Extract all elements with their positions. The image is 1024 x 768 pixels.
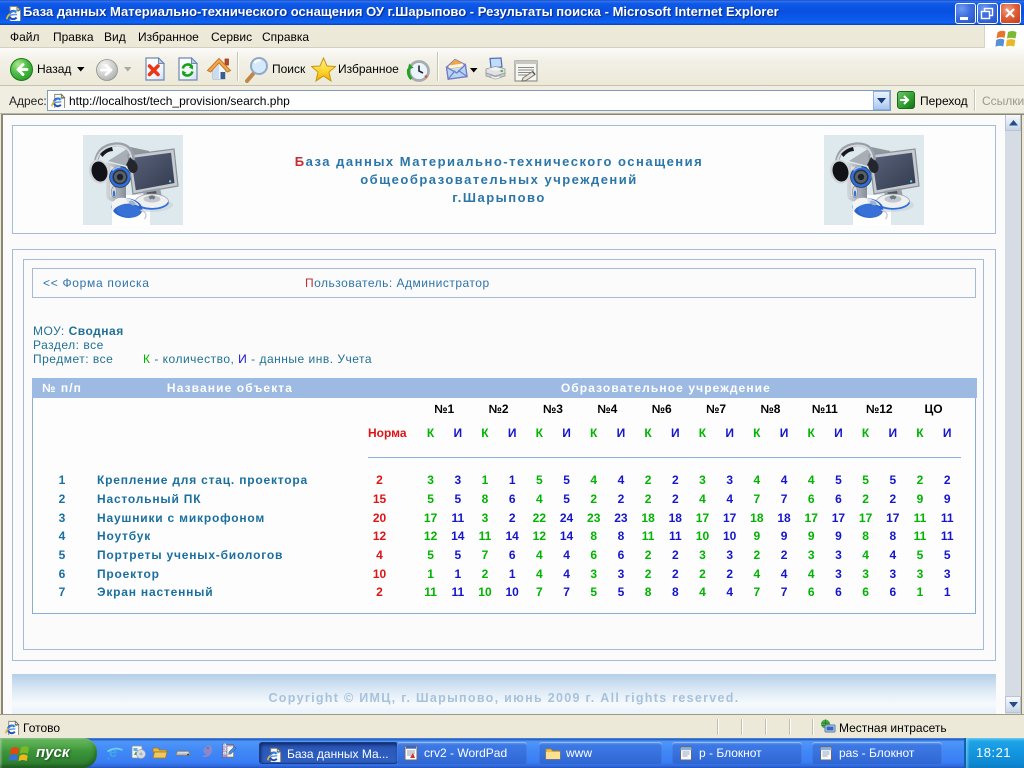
svg-text:e: e <box>109 745 117 760</box>
